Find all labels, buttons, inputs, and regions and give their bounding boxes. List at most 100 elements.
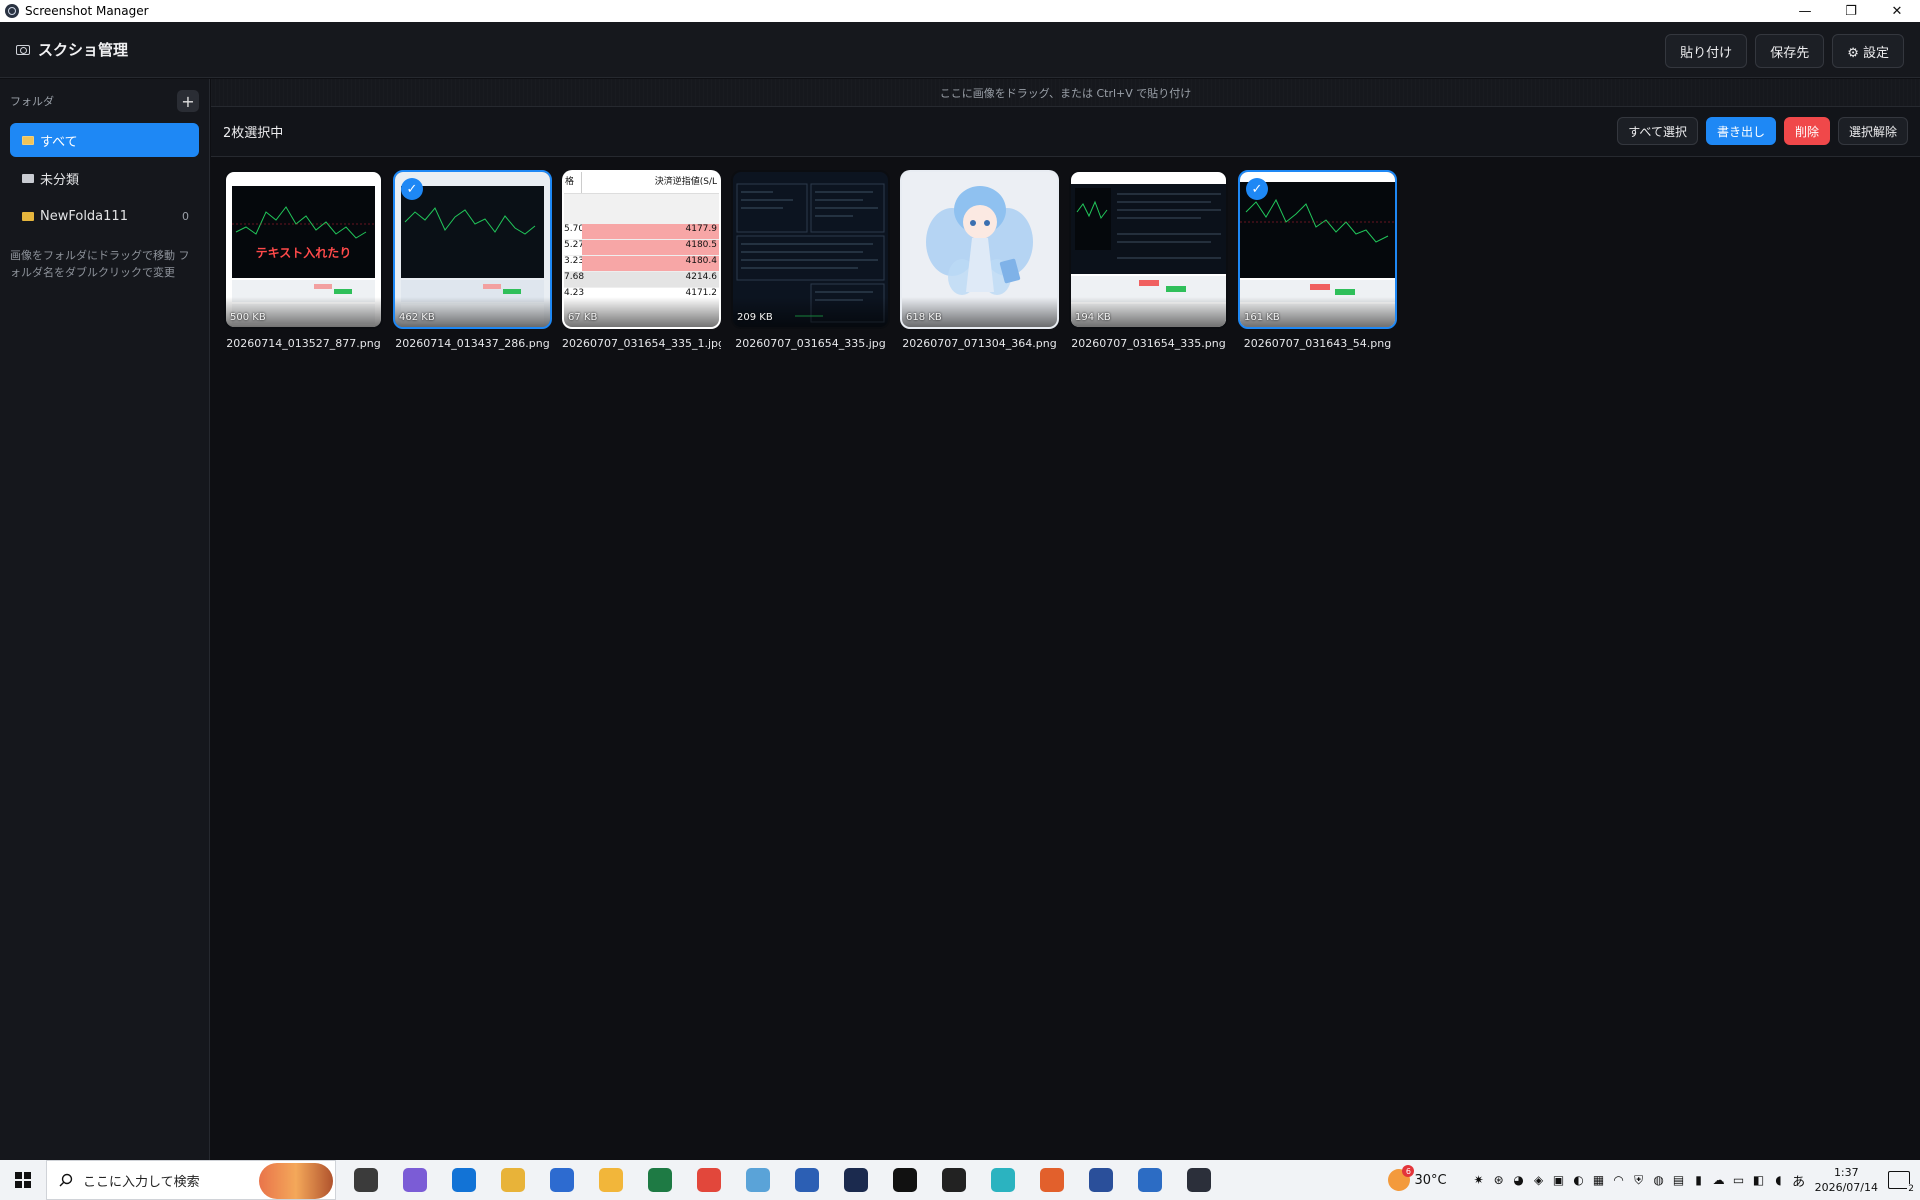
shield-icon[interactable]: ⛨ (1630, 1171, 1648, 1189)
save-destination-button[interactable]: 保存先 (1755, 34, 1825, 68)
app-icon (5, 4, 19, 18)
minimize-button[interactable]: — (1782, 0, 1828, 22)
image-thumbnail[interactable]: 格 決済逆指値(S/L 5.70 4177.9 5.27 4180.5 3.23 41… (562, 170, 721, 329)
check-icon[interactable]: ✓ (401, 178, 423, 200)
restore-button[interactable]: ❐ (1828, 0, 1874, 22)
app-glyph-icon (1039, 1168, 1064, 1192)
image-card[interactable]: 格 決済逆指値(S/L 5.70 4177.9 5.27 4180.5 3.23 41… (562, 170, 721, 350)
sidebar-item-label: すべて (40, 134, 78, 150)
image-grid: テキスト入れたり 500 KB 20260714_013527_877.png … (224, 170, 1397, 350)
image-card[interactable]: 618 KB 20260707_071304_364.png (900, 170, 1059, 350)
taskbar-app-icon[interactable] (783, 1160, 830, 1200)
taskbar-app-icon[interactable] (979, 1160, 1026, 1200)
taskbar-app-icon[interactable] (1175, 1160, 1222, 1200)
sidebar-item-newfolda111[interactable]: NewFolda111 0 (10, 199, 199, 233)
taskbar-app-icon[interactable] (440, 1160, 487, 1200)
search-highlight-image (259, 1163, 333, 1199)
taskbar-app-icon[interactable] (636, 1160, 683, 1200)
file-size: 500 KB (230, 312, 266, 323)
taskbar-app-icon[interactable] (538, 1160, 585, 1200)
select-all-button[interactable]: すべて選択 (1617, 117, 1698, 145)
table-cell: 5.27 (564, 240, 585, 250)
weather-icon[interactable]: 6 (1388, 1165, 1415, 1191)
taskbar-app-icon[interactable] (881, 1160, 928, 1200)
taskbar-search-placeholder: ここに入力して検索 (83, 1174, 200, 1190)
battery-icon[interactable]: ▭ (1730, 1171, 1748, 1189)
close-button[interactable]: ✕ (1874, 0, 1920, 22)
image-thumbnail[interactable]: 194 KB (1069, 170, 1228, 329)
file-size: 618 KB (906, 312, 942, 323)
start-button[interactable] (0, 1160, 46, 1200)
tray-icon[interactable]: ◕ (1510, 1171, 1528, 1189)
taskbar-app-icon[interactable] (391, 1160, 438, 1200)
sidebar: フォルダ + すべて 未分類 NewFolda111 0 画像をフォルダにドラッ… (0, 79, 210, 1160)
image-thumbnail[interactable]: 209 KB (731, 170, 890, 329)
cloud-icon[interactable]: ☁ (1710, 1171, 1728, 1189)
tray-icon[interactable]: ▦ (1590, 1171, 1608, 1189)
table-cell: 4180.5 (582, 240, 719, 255)
settings-button[interactable]: ⚙ 設定 (1832, 34, 1904, 68)
image-thumbnail[interactable]: ✓ 462 KB (393, 170, 552, 329)
image-thumbnail[interactable]: 618 KB (900, 170, 1059, 329)
image-card[interactable]: 209 KB 20260707_031654_335.jpg (731, 170, 890, 350)
check-icon[interactable]: ✓ (1246, 178, 1268, 200)
image-card[interactable]: ✓ 462 KB 20260714_013437_286.png (393, 170, 552, 350)
app-glyph-icon (647, 1168, 672, 1192)
app-glyph-icon (500, 1168, 525, 1192)
temperature: 30°C (1414, 1172, 1447, 1188)
taskbar-app-icon[interactable] (1028, 1160, 1075, 1200)
wifi-icon[interactable]: ◠ (1610, 1171, 1628, 1189)
tray-icon[interactable]: ▣ (1550, 1171, 1568, 1189)
table-spacer (564, 194, 719, 224)
taskbar-app-icon[interactable] (734, 1160, 781, 1200)
taskbar-app-icon[interactable] (930, 1160, 977, 1200)
table-cell: 7.68 (564, 272, 585, 282)
taskbar-app-icon[interactable] (832, 1160, 879, 1200)
table-header: 格 決済逆指値(S/L (564, 172, 719, 194)
file-size: 462 KB (399, 312, 435, 323)
taskbar-app-icon[interactable] (685, 1160, 732, 1200)
taskbar-app-icon[interactable] (587, 1160, 634, 1200)
image-card[interactable]: 194 KB 20260707_031654_335.png (1069, 170, 1228, 350)
window-title: Screenshot Manager (25, 4, 149, 18)
tray-icon[interactable]: ◐ (1570, 1171, 1588, 1189)
tray-icon[interactable]: ✷ (1470, 1171, 1488, 1189)
add-folder-button[interactable]: + (177, 90, 199, 112)
paste-button[interactable]: 貼り付け (1665, 34, 1748, 68)
taskbar-search[interactable]: ここに入力して検索 (46, 1160, 336, 1200)
image-card[interactable]: テキスト入れたり 500 KB 20260714_013527_877.png (224, 170, 383, 350)
image-thumbnail[interactable]: テキスト入れたり 500 KB (224, 170, 383, 329)
image-thumbnail[interactable]: ✓ 161 KB (1238, 170, 1397, 329)
image-card[interactable]: ✓ 161 KB 20260707_031643_54.png (1238, 170, 1397, 350)
app-glyph-icon (892, 1168, 917, 1192)
ime-indicator[interactable]: あ (1790, 1171, 1808, 1190)
delete-button[interactable]: 削除 (1783, 117, 1830, 145)
tray-icon[interactable]: ◧ (1750, 1171, 1768, 1189)
taskbar-app-icon[interactable] (342, 1160, 389, 1200)
deselect-button[interactable]: 選択解除 (1837, 117, 1908, 145)
tray-icon[interactable]: ◍ (1650, 1171, 1668, 1189)
taskbar-app-icon[interactable] (1126, 1160, 1173, 1200)
taskbar-clock[interactable]: 1:37 2026/07/14 (1815, 1165, 1878, 1195)
sidebar-item-uncategorized[interactable]: 未分類 (10, 161, 199, 195)
notification-icon[interactable]: 2 (1888, 1171, 1915, 1194)
tray-icon[interactable]: ⊛ (1490, 1171, 1508, 1189)
taskbar-app-icon[interactable] (489, 1160, 536, 1200)
volume-icon[interactable]: ◖ (1770, 1171, 1788, 1189)
drop-zone[interactable]: ここに画像をドラッグ、または Ctrl+V で貼り付け (211, 79, 1920, 107)
taskbar-app-icon[interactable] (1077, 1160, 1124, 1200)
app-glyph-icon (1137, 1168, 1162, 1192)
signal-icon[interactable]: ▮ (1690, 1171, 1708, 1189)
file-name: 20260707_031643_54.png (1243, 337, 1392, 350)
export-button[interactable]: 書き出し (1705, 117, 1776, 145)
table-row: 3.23 4180.4 (564, 256, 719, 272)
folder-count: 0 (182, 209, 189, 223)
file-name: 20260714_013437_286.png (395, 337, 550, 350)
sidebar-item-all[interactable]: すべて (10, 123, 199, 157)
tray-icon[interactable]: ◈ (1530, 1171, 1548, 1189)
folder-icon (22, 173, 34, 183)
tray-icon[interactable]: ▤ (1670, 1171, 1688, 1189)
file-name: 20260714_013527_877.png (226, 337, 381, 350)
header-actions: 貼り付け 保存先 ⚙ 設定 (1665, 34, 1904, 68)
brand-title: スクショ管理 (38, 41, 129, 59)
